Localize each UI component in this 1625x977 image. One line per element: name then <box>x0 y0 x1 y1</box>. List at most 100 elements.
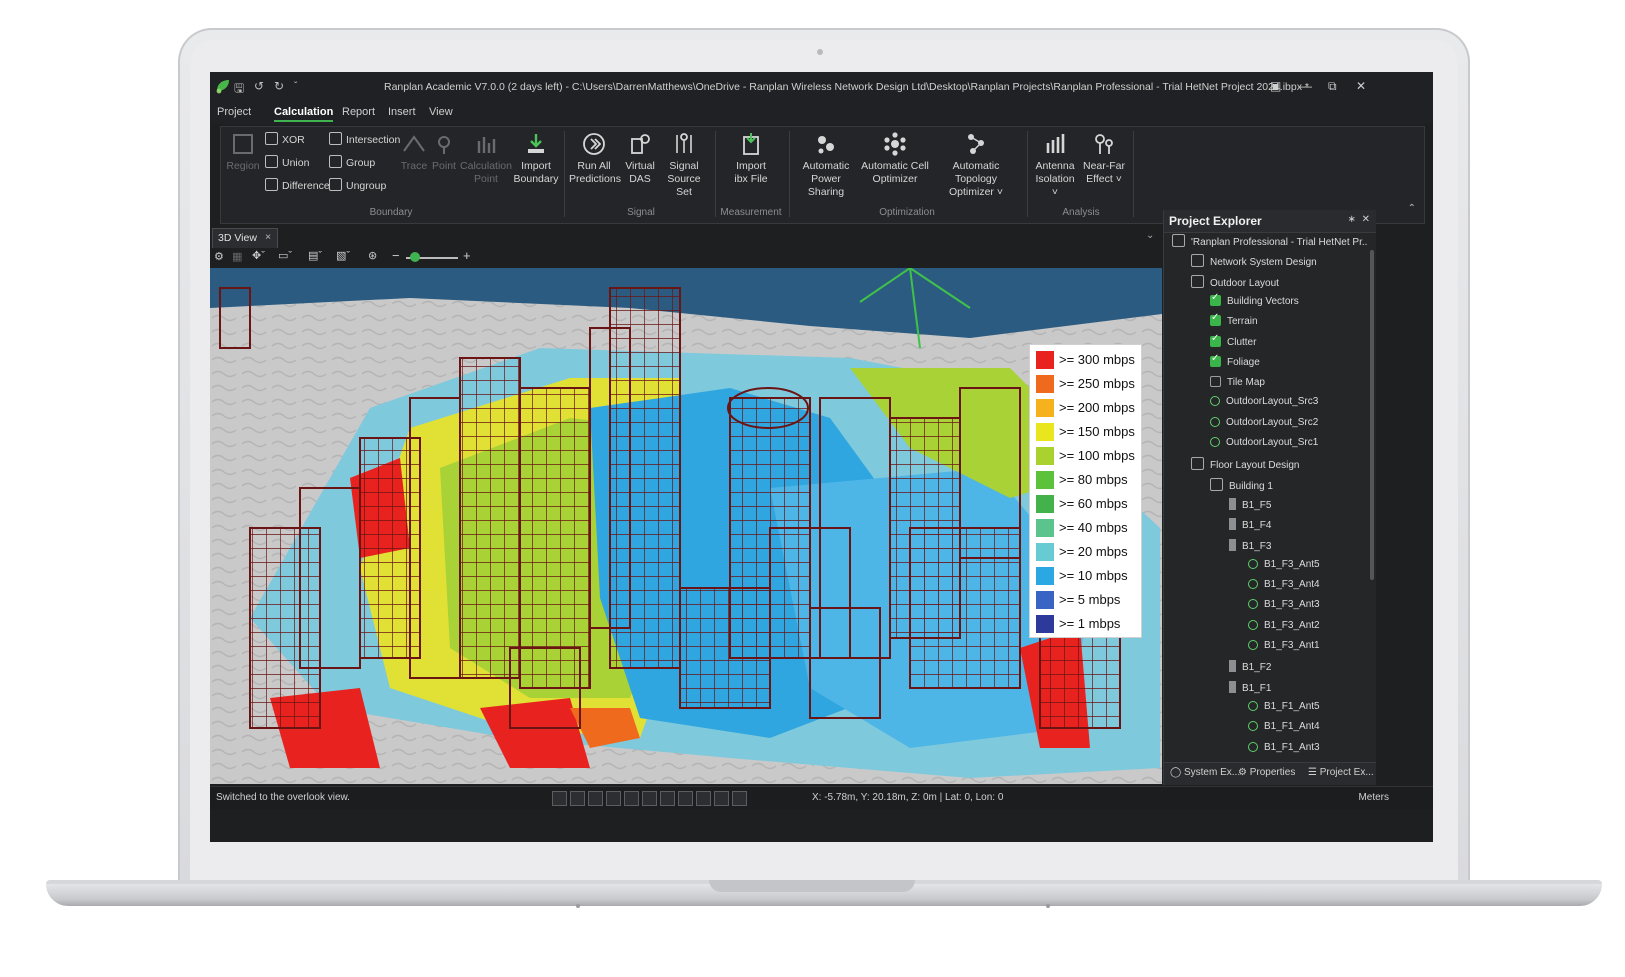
region-button[interactable]: Region <box>225 131 261 173</box>
tree-item[interactable]: Network System Design <box>1191 254 1317 274</box>
tab-properties[interactable]: ⚙ Properties <box>1238 767 1295 778</box>
menu-project[interactable]: Project <box>217 106 251 118</box>
group-icon <box>329 155 342 168</box>
intersection-button[interactable]: Intersection <box>329 132 400 146</box>
antenna-isolation-button[interactable]: Antenna Isolation ˅ <box>1031 131 1079 199</box>
automatic-power-sharing-button[interactable]: Automatic Power Sharing <box>793 131 859 199</box>
tree-item[interactable]: OutdoorLayout_Src3 <box>1210 396 1318 416</box>
status-tool-icon[interactable] <box>606 791 621 806</box>
status-tool-icon[interactable] <box>624 791 639 806</box>
status-tool-icon[interactable] <box>678 791 693 806</box>
zoom-out-icon[interactable]: − <box>392 248 400 263</box>
tree-item[interactable]: Floor Layout Design <box>1191 457 1300 477</box>
panel-controls[interactable]: ∗ ✕ <box>1348 214 1370 225</box>
checkbox-checked-icon[interactable] <box>1210 312 1221 327</box>
tree-item[interactable]: OutdoorLayout_Src2 <box>1210 416 1318 437</box>
menu-insert[interactable]: Insert <box>388 106 416 118</box>
menu-report[interactable]: Report <box>342 106 375 118</box>
minimize-button[interactable]: — <box>1300 79 1312 93</box>
tree-item[interactable]: B1_F1_Ant4 <box>1248 721 1320 741</box>
menu-bar: Project Calculation Report Insert View <box>210 102 1433 124</box>
undo-icon[interactable]: ↺ <box>254 79 264 93</box>
tree-item[interactable]: Foliage <box>1210 353 1260 376</box>
difference-button[interactable]: Difference <box>265 178 330 192</box>
tab-project-explorer[interactable]: ☰ Project Ex... <box>1308 767 1374 778</box>
tree-item[interactable]: Tile Map <box>1210 376 1265 396</box>
checkbox-checked-icon[interactable] <box>1210 292 1221 306</box>
tree-item[interactable]: B1_F3_Ant2 <box>1248 619 1320 640</box>
tree-item[interactable]: B1_F3_Ant3 <box>1248 599 1320 619</box>
virtual-das-button[interactable]: Virtual DAS <box>621 131 659 186</box>
tree-item[interactable]: B1_F4 <box>1229 518 1271 538</box>
trace-button[interactable]: Trace <box>399 131 429 173</box>
tree-item[interactable]: Building Vectors <box>1210 292 1299 315</box>
tree-item[interactable]: B1_F5 <box>1229 497 1271 518</box>
collapse-ribbon-icon[interactable]: ⌃ <box>1408 203 1416 214</box>
tab-system-explorer[interactable]: ◯ System Ex... <box>1170 767 1240 778</box>
calculation-point-button[interactable]: Calculation Point <box>459 131 513 186</box>
quick-access-dropdown-icon[interactable]: ˇ <box>294 81 297 92</box>
3d-viewport[interactable]: >= 300 mbps >= 250 mbps >= 200 mbps >= 150 … <box>210 268 1162 784</box>
signal-source-set-button[interactable]: Signal Source Set <box>659 131 709 199</box>
close-tab-icon[interactable]: × <box>265 231 271 243</box>
pan-icon[interactable]: ✥ˇ <box>252 249 265 262</box>
status-tool-icon[interactable] <box>552 791 567 806</box>
point-button[interactable]: Point <box>431 131 457 173</box>
tree-item[interactable]: B1_F3_Ant1 <box>1248 640 1320 660</box>
redo-icon[interactable]: ↻ <box>274 79 284 93</box>
units-label[interactable]: Meters <box>1358 792 1389 803</box>
group-button[interactable]: Group <box>329 155 375 169</box>
tab-list-dropdown-icon[interactable]: ⌄ <box>1146 230 1154 241</box>
run-all-predictions-button[interactable]: Run All Predictions <box>569 131 621 186</box>
display-options-icon[interactable]: ▧ˇ <box>336 249 350 262</box>
tree-item[interactable]: 'Ranplan Professional - Trial HetNet Pr.… <box>1172 234 1368 254</box>
antenna-display-icon[interactable]: ⊛ <box>368 249 377 262</box>
automatic-topology-optimizer-button[interactable]: Automatic Topology Optimizer ˅ <box>931 131 1021 199</box>
tree-item[interactable]: B1_F1 <box>1229 680 1271 701</box>
tree-item[interactable]: B1_F3_Ant4 <box>1248 579 1320 599</box>
zoom-slider-handle[interactable] <box>410 252 420 262</box>
settings-icon[interactable]: ⚙ <box>214 250 224 263</box>
checkbox-unchecked-icon[interactable] <box>1210 376 1221 388</box>
ungroup-button[interactable]: Ungroup <box>329 178 386 192</box>
import-boundary-button[interactable]: Import Boundary <box>513 131 559 186</box>
tree-item[interactable]: Outdoor Layout <box>1191 274 1279 295</box>
status-tool-icon[interactable] <box>588 791 603 806</box>
status-tool-icon[interactable] <box>570 791 585 806</box>
near-far-effect-button[interactable]: Near-Far Effect ˅ <box>1081 131 1127 186</box>
status-tool-icon[interactable] <box>732 791 747 806</box>
tree-item[interactable]: OutdoorLayout_Src1 <box>1210 437 1318 457</box>
view-cube-icon[interactable]: ▭ˇ <box>278 249 292 262</box>
status-tool-icon[interactable] <box>660 791 675 806</box>
tree-item[interactable]: B1_F1_Ant5 <box>1248 700 1320 721</box>
tree-item[interactable]: B1_F2 <box>1229 660 1271 680</box>
menu-calculation[interactable]: Calculation <box>274 106 334 122</box>
select-icon[interactable]: ▦ <box>232 250 242 263</box>
tab-3d-view[interactable]: 3D View × <box>212 228 278 249</box>
tree-item[interactable]: B1_F3_Ant5 <box>1248 558 1320 579</box>
status-tool-icon[interactable] <box>714 791 729 806</box>
status-tool-icon[interactable] <box>642 791 657 806</box>
layers-icon[interactable]: ▤ˇ <box>308 249 322 262</box>
close-button[interactable]: ✕ <box>1356 79 1366 93</box>
legend-item: >= 5 mbps <box>1034 589 1138 611</box>
save-icon[interactable]: 🖫 <box>234 79 244 100</box>
xor-button[interactable]: XOR <box>265 132 305 146</box>
checkbox-checked-icon[interactable] <box>1210 333 1221 347</box>
menu-view[interactable]: View <box>429 106 453 118</box>
union-button[interactable]: Union <box>265 155 309 169</box>
maximize-button[interactable]: ⧉ <box>1328 79 1337 94</box>
cursor-coordinates: X: -5.78m, Y: 20.18m, Z: 0m | Lat: 0, Lo… <box>812 792 1004 803</box>
tree-item[interactable]: B1_F1_Ant3 <box>1248 741 1320 755</box>
automatic-cell-optimizer-button[interactable]: Automatic Cell Optimizer <box>861 131 929 186</box>
import-ibx-file-button[interactable]: Import ibx File <box>727 131 775 186</box>
checkbox-checked-icon[interactable] <box>1210 353 1221 367</box>
tree-item[interactable]: Building 1 <box>1210 477 1273 498</box>
restore-layout-icon[interactable]: ▣ <box>1270 79 1281 93</box>
zoom-in-icon[interactable]: + <box>463 248 471 263</box>
tree-item[interactable]: B1_F3 <box>1229 538 1271 559</box>
cell-optimizer-icon <box>884 132 906 156</box>
status-tool-icon[interactable] <box>696 791 711 806</box>
tree-scrollbar[interactable] <box>1370 250 1374 580</box>
status-message: Switched to the overlook view. <box>216 792 350 803</box>
